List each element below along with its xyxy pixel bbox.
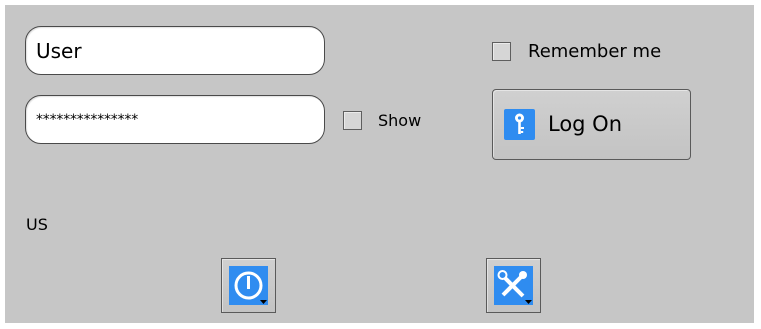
keyboard-layout-indicator[interactable]: US bbox=[26, 215, 48, 234]
password-value: *************** bbox=[36, 111, 139, 128]
log-on-button[interactable]: Log On bbox=[492, 89, 691, 160]
remember-me-label: Remember me bbox=[528, 41, 662, 62]
power-button[interactable] bbox=[221, 258, 276, 313]
remember-me-checkbox[interactable] bbox=[492, 42, 511, 61]
username-value: User bbox=[36, 38, 82, 63]
key-icon bbox=[504, 109, 535, 140]
show-password-checkbox[interactable] bbox=[343, 111, 362, 130]
password-field[interactable]: *************** bbox=[25, 95, 325, 144]
show-password-label: Show bbox=[378, 111, 422, 130]
tools-icon bbox=[494, 266, 533, 305]
tools-button[interactable] bbox=[486, 258, 541, 313]
login-panel: User *************** Show Remember me Lo… bbox=[5, 5, 754, 323]
username-field[interactable]: User bbox=[25, 26, 325, 75]
power-icon bbox=[229, 266, 268, 305]
log-on-label: Log On bbox=[548, 112, 623, 136]
